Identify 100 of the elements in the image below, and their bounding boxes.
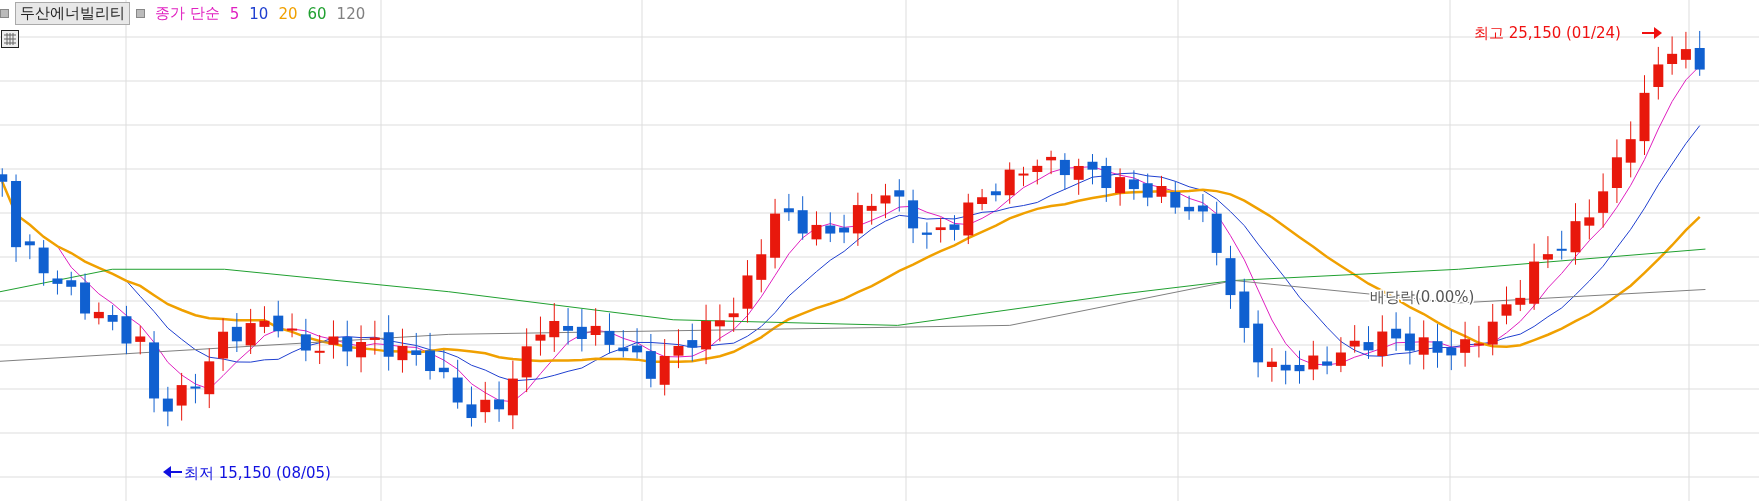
stock-name-button[interactable]: 두산에너빌리티 xyxy=(15,2,130,25)
candlestick xyxy=(1391,311,1402,352)
candlestick xyxy=(1667,35,1678,76)
candlestick xyxy=(466,386,477,428)
candlestick xyxy=(839,214,850,244)
candlestick xyxy=(714,303,725,342)
candlestick xyxy=(728,297,739,333)
candlestick xyxy=(1432,323,1443,369)
legend-item: 120 xyxy=(336,4,366,23)
candlestick xyxy=(1570,202,1581,266)
candlestick xyxy=(204,347,215,409)
candlestick xyxy=(1446,329,1457,371)
candlestick xyxy=(411,332,422,367)
candlestick xyxy=(1308,340,1319,381)
candlestick xyxy=(245,308,256,355)
candlestick xyxy=(425,332,436,381)
candlestick xyxy=(1046,150,1057,175)
candlestick xyxy=(342,320,353,367)
square-icon xyxy=(136,9,145,18)
candlestick xyxy=(1625,120,1636,178)
candlestick xyxy=(1584,198,1595,240)
candlestick xyxy=(576,308,587,352)
candlestick xyxy=(811,210,822,246)
low-price-label: 최저 15,150 (08/05) xyxy=(184,464,331,482)
candlestick xyxy=(328,319,339,360)
candlestick xyxy=(259,305,270,334)
legend-item: 20 xyxy=(278,4,298,23)
candlestick xyxy=(990,183,1001,202)
candlestick xyxy=(1059,152,1070,191)
candlestick xyxy=(1556,230,1567,261)
legend-item: 10 xyxy=(249,4,269,23)
candlestick xyxy=(1349,324,1360,354)
candlestick xyxy=(1335,336,1346,373)
arrow-icon xyxy=(1641,27,1662,39)
candlestick xyxy=(687,323,698,362)
candlestick xyxy=(1225,245,1236,310)
candlestick xyxy=(880,183,891,219)
candlestick xyxy=(1142,173,1153,207)
candlestick xyxy=(397,328,408,374)
candlestick xyxy=(963,193,974,245)
candlestick xyxy=(701,304,712,365)
legend-item: 60 xyxy=(307,4,327,23)
candlestick xyxy=(742,259,753,324)
candlestick xyxy=(894,178,905,213)
candlestick xyxy=(1501,286,1512,325)
candlestick xyxy=(1598,172,1609,229)
candlestick xyxy=(1239,278,1250,344)
candlestick xyxy=(1128,169,1139,201)
candlestick xyxy=(756,238,767,293)
candlestick xyxy=(1184,195,1195,221)
candlestick xyxy=(135,325,146,355)
candlestick xyxy=(1266,347,1277,383)
candlestick xyxy=(1418,319,1429,370)
legend-item: 5 xyxy=(229,4,240,23)
candlestick xyxy=(121,305,132,355)
candlestick xyxy=(1322,345,1333,375)
candlestick xyxy=(369,320,380,356)
candlestick xyxy=(38,239,49,287)
arrow-icon xyxy=(163,466,183,478)
candlestick xyxy=(176,372,187,422)
candlestick xyxy=(908,189,919,244)
candlestick xyxy=(1694,30,1705,77)
candlestick xyxy=(273,300,284,338)
candlestick xyxy=(797,195,808,241)
candlestick xyxy=(783,193,794,222)
candlestick xyxy=(1363,325,1374,360)
candlestick xyxy=(632,327,643,360)
candlestick xyxy=(1170,180,1181,215)
candlestick xyxy=(673,328,684,369)
candlestick xyxy=(659,338,670,396)
candlestick xyxy=(921,221,932,250)
candlestick xyxy=(452,359,463,410)
candlestick xyxy=(93,302,104,325)
candlestick xyxy=(1529,243,1540,311)
candlestick xyxy=(1473,325,1484,358)
candlestick xyxy=(1542,235,1553,269)
candlestick xyxy=(218,317,229,372)
candlestick xyxy=(866,193,877,226)
candlestick xyxy=(935,217,946,244)
candlestick xyxy=(1115,167,1126,207)
candlestick xyxy=(1253,309,1264,378)
candlestick xyxy=(107,304,118,331)
candlestick xyxy=(190,373,201,404)
candlestick xyxy=(521,327,532,393)
candlestick xyxy=(438,349,449,379)
candlestick xyxy=(287,312,298,338)
legend-title: 종가 단순 xyxy=(155,4,220,23)
candlestick xyxy=(563,307,574,346)
candlestick xyxy=(549,302,560,353)
candlestick xyxy=(949,214,960,242)
candlestick xyxy=(852,192,863,247)
candlestick xyxy=(1087,153,1098,185)
candlestick xyxy=(24,233,35,260)
candlestick xyxy=(300,318,311,362)
candlestick xyxy=(507,360,518,430)
candlestick xyxy=(535,316,546,357)
candlestick xyxy=(1156,175,1167,204)
candlestick xyxy=(590,307,601,347)
candlestick xyxy=(1018,166,1029,187)
table-icon[interactable] xyxy=(1,30,19,48)
